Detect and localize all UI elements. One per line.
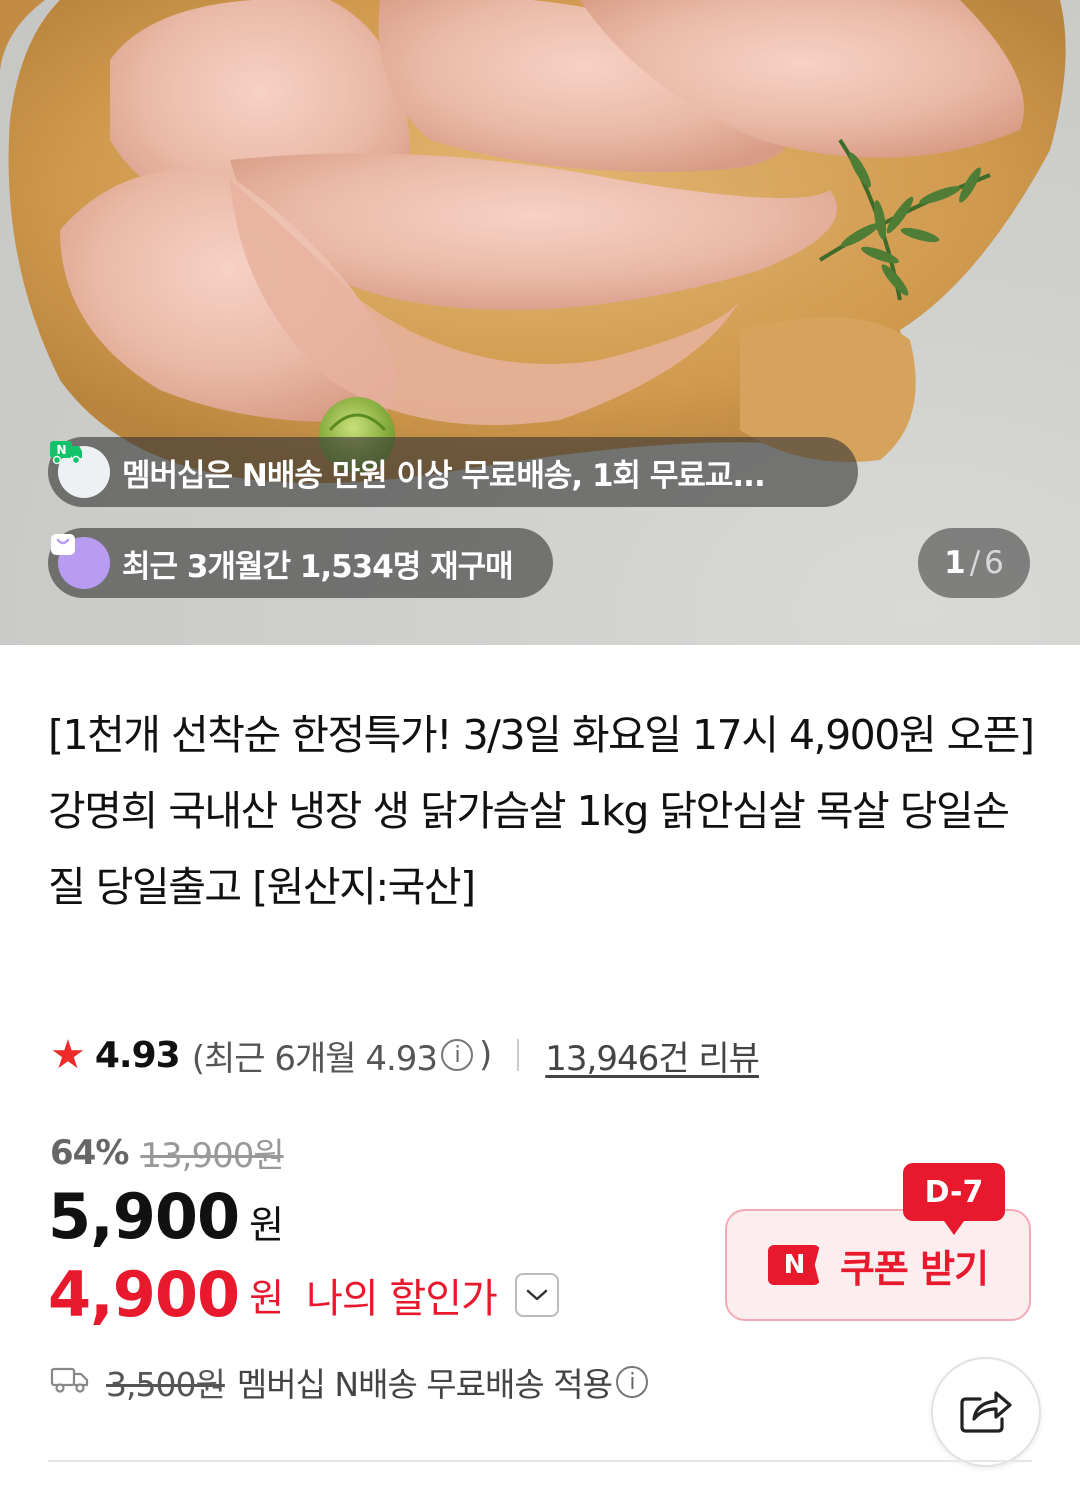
- truck-icon: [50, 1363, 90, 1402]
- chevron-down-icon[interactable]: [514, 1272, 559, 1317]
- page-separator: /: [969, 545, 981, 581]
- review-count-link[interactable]: 13,946건 리뷰: [545, 1031, 760, 1080]
- page-total: 6: [984, 545, 1004, 581]
- sale-price: 5,900 원: [48, 1180, 284, 1253]
- rebuy-badge-text: 최근 3개월간 1,534명 재구매: [122, 548, 514, 585]
- shipping-fee: 3,500원: [106, 1365, 226, 1404]
- sale-price-amount: 5,900: [48, 1180, 240, 1253]
- section-divider: [48, 1460, 1032, 1462]
- rating-score: 4.93: [94, 1034, 181, 1076]
- info-icon[interactable]: i: [615, 1366, 648, 1398]
- discount-percent: 64%: [50, 1132, 129, 1173]
- star-icon: ★: [50, 1032, 86, 1078]
- shopping-bag-icon: [51, 534, 110, 589]
- shipping-text: 멤버십 N배송 무료배송 적용: [236, 1365, 613, 1404]
- original-price: 13,900원: [140, 1136, 284, 1176]
- image-page-counter: 1 / 6: [918, 528, 1030, 598]
- shipping-row: 3,500원 멤버십 N배송 무료배송 적용 i: [50, 1358, 654, 1406]
- recent-rating-prefix: (최근 6개월 4.93: [191, 1038, 438, 1079]
- svg-text:N: N: [56, 443, 65, 457]
- info-icon[interactable]: i: [441, 1039, 474, 1071]
- page-current: 1: [944, 545, 966, 581]
- recent-rating-suffix: ): [479, 1035, 492, 1075]
- product-title: [1천개 선착순 한정특가! 3/3일 화요일 17시 4,900원 오픈] 강…: [48, 711, 1035, 911]
- dday-badge: D-7: [903, 1163, 1005, 1235]
- sale-price-unit: 원: [249, 1203, 285, 1247]
- share-icon: [958, 1385, 1014, 1439]
- membership-badge-text: 멤버십은 N배송 만원 이상 무료배송, 1회 무료교...: [122, 457, 766, 494]
- my-price-amount: 4,900: [48, 1258, 240, 1331]
- my-price-unit: 원: [249, 1276, 285, 1320]
- product-image[interactable]: N 멤버십은 N배송 만원 이상 무료배송, 1회 무료교... 최근 3개월간…: [0, 0, 1080, 645]
- coupon-button[interactable]: N 쿠폰 받기: [725, 1209, 1031, 1321]
- naver-n-icon: N: [767, 1245, 820, 1285]
- divider: [517, 1039, 520, 1071]
- membership-badge[interactable]: N 멤버십은 N배송 만원 이상 무료배송, 1회 무료교...: [48, 437, 858, 507]
- share-button[interactable]: [931, 1357, 1041, 1467]
- discount-row: 64% 13,900원: [50, 1128, 285, 1177]
- my-price-label: 나의 할인가: [306, 1275, 498, 1322]
- coupon-label: 쿠폰 받기: [839, 1246, 989, 1291]
- n-delivery-truck-icon: N: [50, 441, 110, 498]
- rebuy-badge: 최근 3개월간 1,534명 재구매: [48, 528, 553, 598]
- rating-row: ★ 4.93 (최근 6개월 4.93 i ) 13,946건 리뷰: [50, 1030, 760, 1080]
- my-discount-price: 4,900 원 나의 할인가: [48, 1258, 559, 1331]
